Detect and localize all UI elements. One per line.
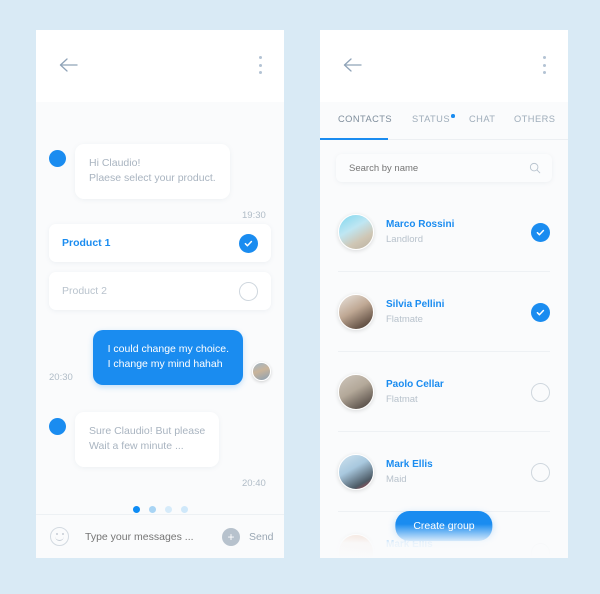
message-line: Sure Claudio! But please <box>89 425 206 437</box>
contact-text: Paolo Cellar Flatmat <box>386 379 531 405</box>
kebab-menu-icon[interactable] <box>542 56 546 74</box>
contact-row-paolo-cellar[interactable]: Paolo Cellar Flatmat <box>320 352 568 432</box>
contact-text: Marco Rossini Landlord <box>386 219 531 245</box>
contact-role: Maid <box>386 474 407 485</box>
message-time: 20:40 <box>242 478 266 489</box>
message-time: 20:30 <box>49 372 73 383</box>
contact-text: Mark Ellis Maid <box>386 459 531 485</box>
back-arrow-icon[interactable] <box>58 56 80 74</box>
message-composer: + Send <box>36 514 284 558</box>
check-circle-icon[interactable] <box>531 302 550 322</box>
contact-avatar-dot <box>49 150 66 167</box>
tab-active-underline <box>320 137 388 140</box>
screen: Hi Claudio! Plaese select your product. … <box>0 0 600 594</box>
contact-name: Silvia Pellini <box>386 299 445 310</box>
product-option-1[interactable]: Product 1 <box>49 224 271 262</box>
tab-bar: CONTACTS STATUS CHAT OTHERS <box>320 102 568 140</box>
message-bubble: Hi Claudio! Plaese select your product. <box>75 144 230 199</box>
contact-name: Mark Ellis <box>386 459 433 470</box>
contact-role: Flatmat <box>386 394 418 405</box>
pagination-dot[interactable] <box>148 506 156 513</box>
product-option-2[interactable]: Product 2 <box>49 272 271 310</box>
avatar <box>338 294 374 330</box>
message-time: 19:30 <box>242 210 266 221</box>
status-badge-dot <box>451 114 455 118</box>
pagination-dot[interactable] <box>132 506 140 513</box>
search-input[interactable] <box>347 161 529 175</box>
kebab-menu-icon[interactable] <box>258 56 262 74</box>
contact-row-marco-rossini[interactable]: Marco Rossini Landlord <box>320 192 568 272</box>
contact-avatar-dot <box>49 418 66 435</box>
contacts-header <box>320 30 568 102</box>
message-line: I could change my choice. <box>107 343 229 355</box>
check-circle-icon[interactable] <box>531 222 550 242</box>
contact-name: Marco Rossini <box>386 219 455 230</box>
message-line: Hi Claudio! <box>89 157 141 169</box>
contact-list: Marco Rossini Landlord Silvia Pellini Fl… <box>320 192 568 558</box>
smiley-icon[interactable] <box>50 527 69 546</box>
search-box[interactable] <box>336 154 552 182</box>
send-button[interactable]: Send <box>249 531 274 543</box>
empty-circle-icon[interactable] <box>531 462 550 482</box>
pagination-dots[interactable] <box>36 506 284 513</box>
contacts-panel: CONTACTS STATUS CHAT OTHERS Search by na… <box>320 30 568 558</box>
avatar <box>338 374 374 410</box>
pagination-dot[interactable] <box>180 506 188 513</box>
message-line: Wait a few minute ... <box>89 440 184 452</box>
contact-row-mark-ellis[interactable]: Mark Ellis Maid <box>320 432 568 512</box>
tab-others[interactable]: OTHERS <box>514 114 555 124</box>
back-arrow-icon[interactable] <box>342 56 364 74</box>
contact-name: Paolo Cellar <box>386 379 444 390</box>
tab-contacts[interactable]: CONTACTS <box>338 114 392 124</box>
avatar <box>338 454 374 490</box>
contact-role: Maid <box>386 554 531 558</box>
message-line: I change my mind hahah <box>107 358 223 370</box>
message-input[interactable] <box>83 529 222 544</box>
contact-text: Silvia Pellini Flatmate <box>386 299 531 325</box>
avatar <box>338 534 374 558</box>
message-outgoing-1: I could change my choice. I change my mi… <box>92 330 271 385</box>
tab-chat[interactable]: CHAT <box>469 114 495 124</box>
search-section <box>320 140 568 192</box>
chat-panel: Hi Claudio! Plaese select your product. … <box>36 30 284 558</box>
chat-message-list: Hi Claudio! Plaese select your product. … <box>36 102 284 514</box>
contact-role: Flatmate <box>386 314 423 325</box>
contact-text: Mark Ellis Maid <box>386 539 531 558</box>
avatar <box>338 214 374 250</box>
empty-circle-icon[interactable] <box>531 382 550 402</box>
create-group-button[interactable]: Create group <box>395 511 493 541</box>
product-label: Product 1 <box>62 237 111 249</box>
pagination-dot[interactable] <box>164 506 172 513</box>
plus-icon[interactable]: + <box>222 527 240 546</box>
tab-status-label: STATUS <box>412 114 450 124</box>
message-incoming-2: Sure Claudio! But please Wait a few minu… <box>49 412 220 467</box>
message-bubble: I could change my choice. I change my mi… <box>92 330 243 385</box>
contact-role: Landlord <box>386 234 423 245</box>
user-avatar <box>252 362 271 381</box>
chat-header <box>36 30 284 102</box>
message-line: Plaese select your product. <box>89 172 216 184</box>
check-circle-icon[interactable] <box>239 233 258 253</box>
message-incoming-1: Hi Claudio! Plaese select your product. <box>49 144 230 199</box>
search-icon[interactable] <box>529 162 541 174</box>
contact-row-silvia-pellini[interactable]: Silvia Pellini Flatmate <box>320 272 568 352</box>
product-label: Product 2 <box>62 285 107 297</box>
message-bubble: Sure Claudio! But please Wait a few minu… <box>75 412 220 467</box>
empty-circle-icon[interactable] <box>239 281 258 301</box>
tab-status[interactable]: STATUS <box>412 114 455 124</box>
empty-circle-icon[interactable] <box>531 542 550 558</box>
